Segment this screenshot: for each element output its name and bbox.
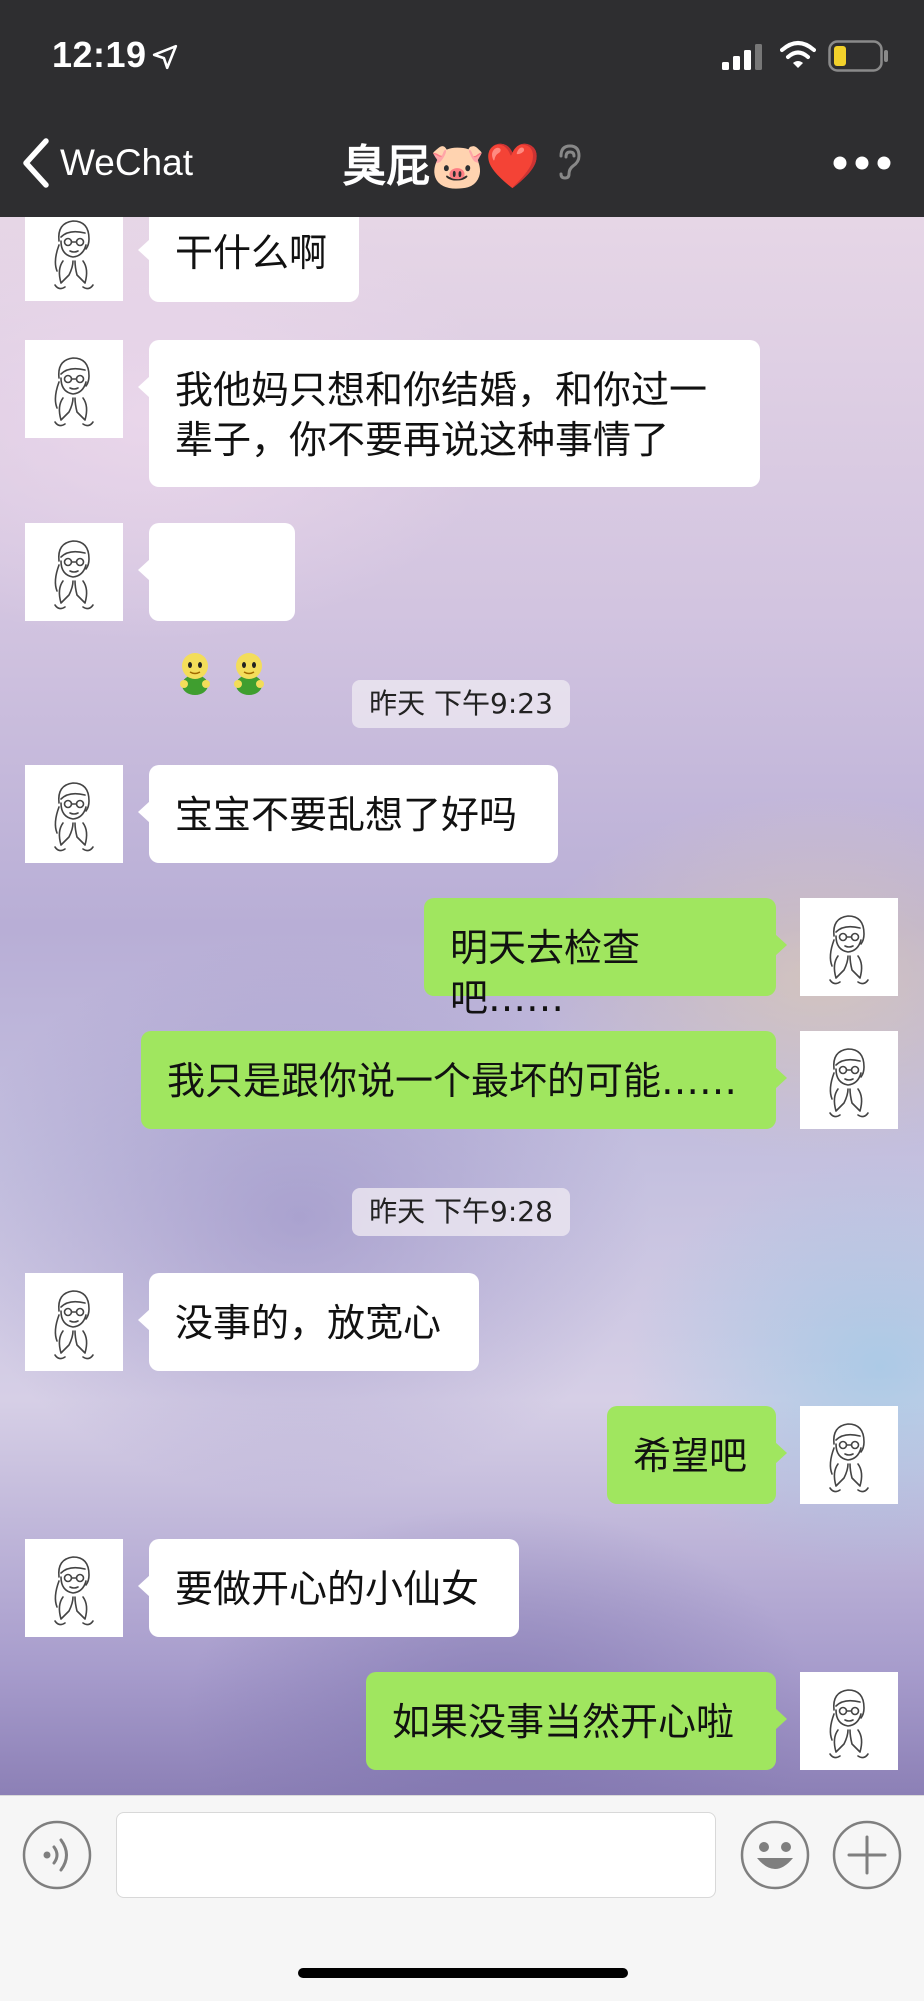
more-icon[interactable] <box>832 150 892 176</box>
signal-icon <box>722 44 762 70</box>
message-bubble-incoming[interactable]: 要做开心的小仙女 <box>138 1539 519 1637</box>
girl-sketch-icon <box>39 531 109 613</box>
contact-avatar[interactable] <box>25 523 123 621</box>
girl-sketch-icon <box>814 1680 884 1762</box>
my-avatar[interactable] <box>800 1672 898 1770</box>
top-bar: 12:19 WeChat 臭屁🐷❤️ <box>0 0 924 217</box>
chevron-left-icon <box>23 138 49 188</box>
green-man-emoji-icon <box>175 650 215 696</box>
wechat-chat-screen: 12:19 WeChat 臭屁🐷❤️ 干什么啊 我他妈只想和你结婚，和你过一 辈… <box>0 0 924 2001</box>
voice-icon[interactable] <box>22 1820 92 1890</box>
girl-sketch-icon <box>814 1039 884 1121</box>
green-man-emoji-icon <box>229 650 269 696</box>
message-bubble-incoming[interactable] <box>138 523 295 621</box>
girl-sketch-icon <box>39 773 109 855</box>
contact-avatar[interactable] <box>25 765 123 863</box>
my-avatar[interactable] <box>800 1406 898 1504</box>
timestamp: 昨天 下午9:28 <box>352 1188 570 1236</box>
contact-avatar[interactable] <box>25 1273 123 1371</box>
chat-area[interactable]: 干什么啊 我他妈只想和你结婚，和你过一 辈子，你不要再说这种事情了 昨天 下午9… <box>0 217 924 1795</box>
my-avatar[interactable] <box>800 1031 898 1129</box>
timestamp: 昨天 下午9:23 <box>352 680 570 728</box>
message-bubble-incoming[interactable]: 我他妈只想和你结婚，和你过一 辈子，你不要再说这种事情了 <box>138 340 760 487</box>
contact-avatar[interactable] <box>25 217 123 301</box>
girl-sketch-icon <box>39 1281 109 1363</box>
wifi-icon <box>780 41 816 68</box>
battery-icon <box>828 40 888 72</box>
back-label: WeChat <box>60 142 193 183</box>
message-input[interactable] <box>116 1812 716 1898</box>
ear-icon <box>559 144 581 180</box>
contact-avatar[interactable] <box>25 1539 123 1637</box>
home-indicator <box>298 1968 628 1978</box>
location-arrow-icon <box>152 44 178 70</box>
message-bubble-outgoing[interactable]: 我只是跟你说一个最坏的可能…… <box>141 1031 787 1129</box>
message-bubble-incoming[interactable]: 干什么啊 <box>138 217 359 302</box>
my-avatar[interactable] <box>800 898 898 996</box>
message-bubble-outgoing[interactable]: 如果没事当然开心啦 <box>366 1672 787 1770</box>
emoji-pair <box>175 648 269 698</box>
plus-icon[interactable] <box>832 1820 902 1890</box>
girl-sketch-icon <box>39 1547 109 1629</box>
emoji-face-icon[interactable] <box>740 1820 810 1890</box>
girl-sketch-icon <box>814 1414 884 1496</box>
status-time: 12:19 <box>52 34 147 75</box>
girl-sketch-icon <box>39 348 109 430</box>
message-bubble-outgoing[interactable]: 明天去检查吧…… <box>424 898 787 1020</box>
girl-sketch-icon <box>39 217 109 293</box>
chat-title: 臭屁🐷❤️ <box>342 141 540 192</box>
girl-sketch-icon <box>814 906 884 988</box>
contact-avatar[interactable] <box>25 340 123 438</box>
message-bubble-incoming[interactable]: 没事的，放宽心 <box>138 1273 479 1371</box>
back-button[interactable]: WeChat <box>20 135 193 191</box>
message-bubble-incoming[interactable]: 宝宝不要乱想了好吗 <box>138 765 558 863</box>
message-bubble-outgoing[interactable]: 希望吧 <box>607 1406 787 1504</box>
